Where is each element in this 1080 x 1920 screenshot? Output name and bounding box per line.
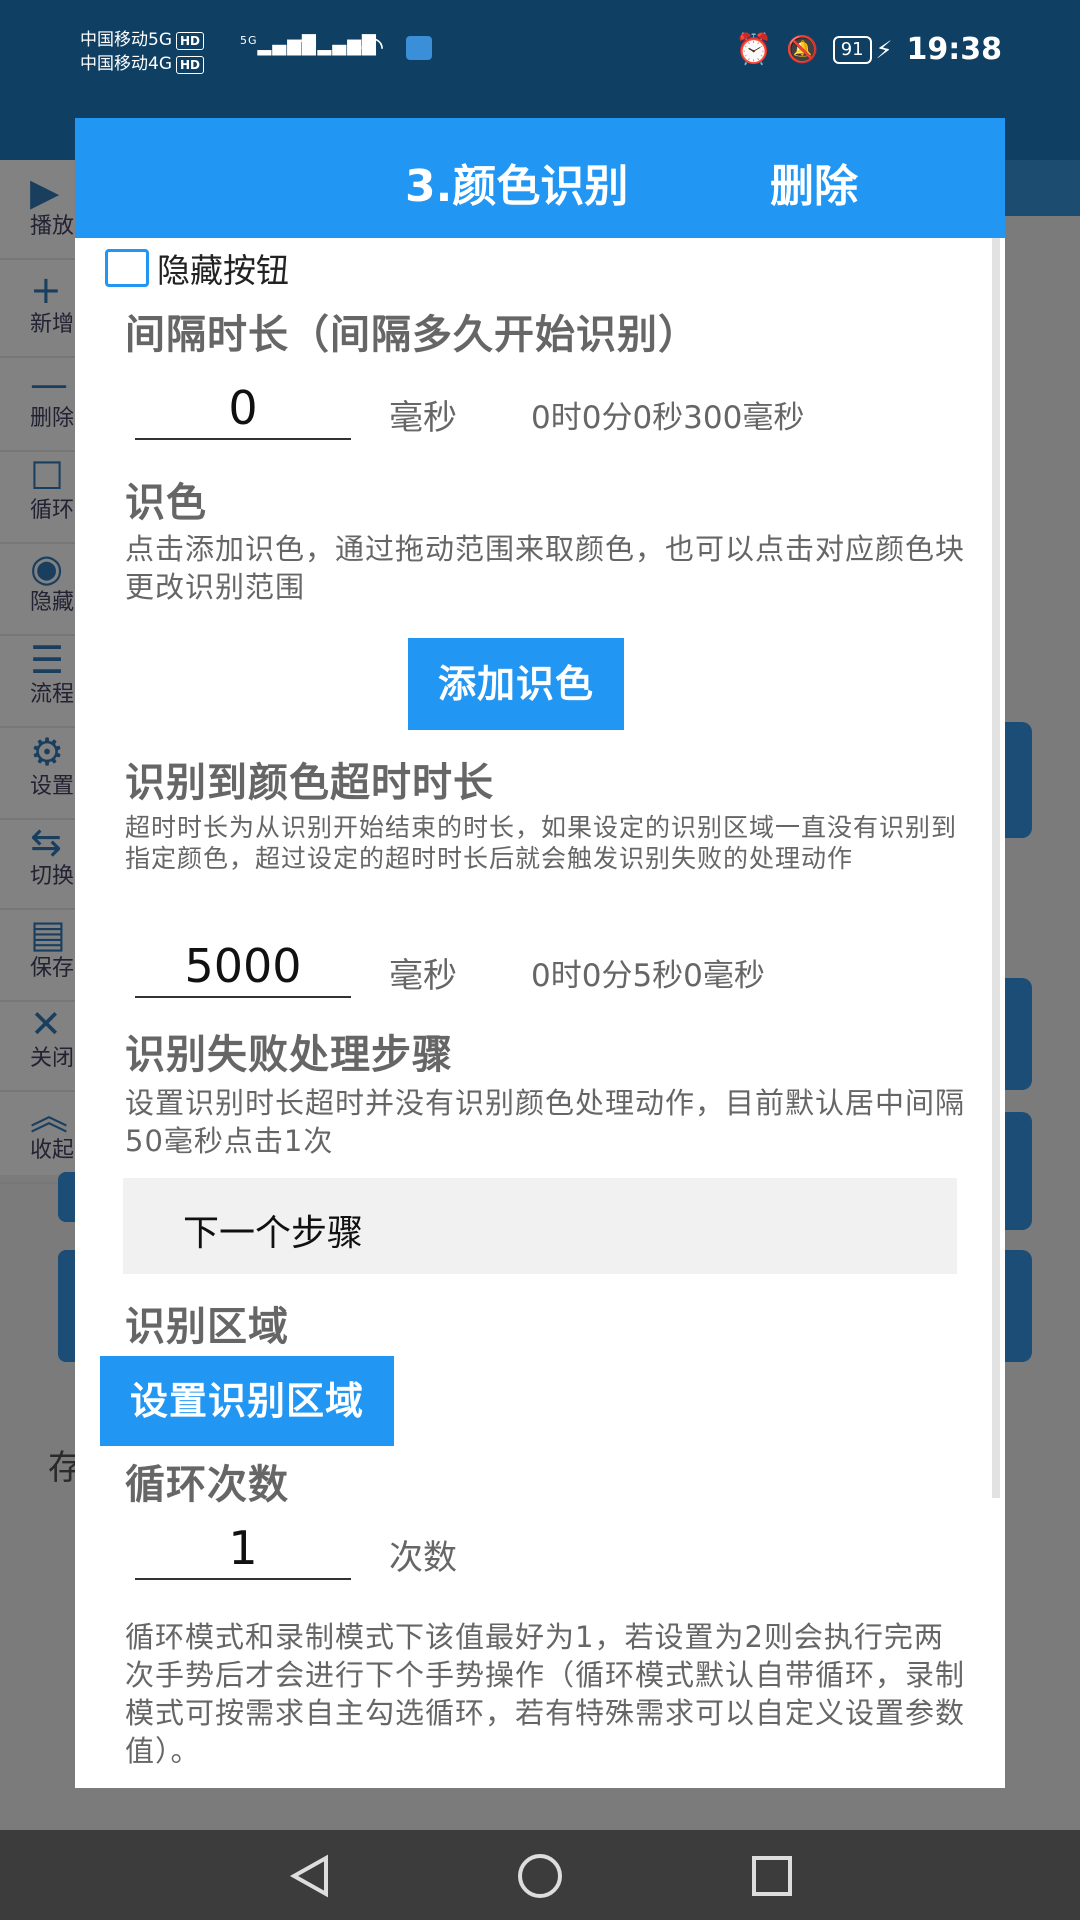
color-recognition-dialog: 3.颜色识别 删除 隐藏按钮 间隔时长（间隔多久开始识别） 0 毫秒 0时0分0… bbox=[75, 118, 1005, 1788]
home-circle-icon bbox=[518, 1854, 562, 1898]
loop-count-input[interactable]: 1 bbox=[135, 1520, 351, 1580]
side-menu-divider bbox=[0, 356, 80, 358]
set-region-button[interactable]: 设置识别区域 bbox=[100, 1356, 394, 1446]
timeout-unit: 毫秒 bbox=[389, 956, 457, 996]
side-menu-divider bbox=[0, 542, 80, 544]
fail-heading: 识别失败处理步骤 bbox=[125, 1032, 453, 1078]
dialog-title: 3.颜色识别 bbox=[405, 161, 629, 212]
charging-icon: ⚡ bbox=[875, 35, 893, 64]
interval-heading: 间隔时长（间隔多久开始识别） bbox=[125, 312, 699, 358]
hide-button-checkbox[interactable] bbox=[105, 249, 149, 287]
fail-step-selected: 下一个步骤 bbox=[183, 1213, 364, 1254]
loop-unit: 次数 bbox=[389, 1538, 457, 1578]
battery-icon: 91 bbox=[832, 35, 872, 64]
app-notification-icon bbox=[406, 36, 432, 60]
fail-description: 设置识别时长超时并没有识别颜色处理动作，目前默认居中间隔50毫秒点击1次 bbox=[125, 1086, 966, 1158]
navigation-bar bbox=[0, 1830, 1080, 1920]
side-menu-divider bbox=[0, 634, 80, 636]
loop-description: 循环模式和录制模式下该值最好为1，若设置为2则会执行完两次手势后才会进行下个手势… bbox=[125, 1620, 966, 1768]
carrier-info: 中国移动5G HD 中国移动4G HD bbox=[80, 28, 205, 76]
hd-badge: HD bbox=[176, 32, 205, 50]
recents-button[interactable] bbox=[742, 1852, 802, 1900]
hide-button-label: 隐藏按钮 bbox=[157, 251, 289, 290]
fail-step-select[interactable]: 下一个步骤 bbox=[123, 1178, 957, 1274]
timeout-description: 超时时长为从识别开始结束的时长，如果设定的识别区域一直没有识别到指定颜色，超过设… bbox=[125, 813, 958, 873]
interval-converted: 0时0分0秒300毫秒 bbox=[531, 400, 805, 436]
hide-button-toggle[interactable]: 隐藏按钮 bbox=[105, 244, 289, 292]
back-triangle-icon bbox=[289, 1854, 328, 1898]
dialog-header: 3.颜色识别 删除 bbox=[75, 118, 1005, 238]
region-heading: 识别区域 bbox=[125, 1304, 289, 1350]
status-right: ⏰ 🔕 91 ⚡ 19:38 bbox=[735, 32, 1002, 67]
add-color-button[interactable]: 添加识色 bbox=[408, 638, 624, 730]
side-menu-divider bbox=[0, 1090, 80, 1092]
interval-unit: 毫秒 bbox=[389, 398, 457, 438]
clock: 19:38 bbox=[906, 32, 1003, 67]
timeout-input[interactable]: 5000 bbox=[135, 938, 351, 998]
timeout-converted: 0时0分5秒0毫秒 bbox=[531, 958, 765, 994]
mute-icon: 🔕 bbox=[786, 34, 819, 65]
alarm-icon: ⏰ bbox=[735, 32, 773, 67]
carrier-1: 中国移动5G bbox=[80, 30, 172, 50]
wifi-icon: ◠ bbox=[360, 30, 386, 63]
hd-badge: HD bbox=[176, 56, 205, 74]
side-menu-divider bbox=[0, 450, 80, 452]
side-menu-divider bbox=[0, 726, 80, 728]
back-button[interactable] bbox=[280, 1852, 340, 1900]
delete-button[interactable]: 删除 bbox=[770, 150, 858, 214]
loop-heading: 循环次数 bbox=[125, 1462, 289, 1508]
recents-square-icon bbox=[752, 1856, 792, 1896]
status-bar: 中国移动5G HD 中国移动4G HD 5G▂▄▆█ 4G▂▄▆█ ◠ ⏰ 🔕 91… bbox=[0, 0, 1080, 100]
interval-input[interactable]: 0 bbox=[135, 380, 351, 440]
carrier-2: 中国移动4G bbox=[80, 54, 172, 74]
timeout-heading: 识别到颜色超时时长 bbox=[125, 760, 494, 806]
side-menu-divider bbox=[0, 908, 80, 910]
dialog-body: 隐藏按钮 间隔时长（间隔多久开始识别） 0 毫秒 0时0分0秒300毫秒 识色 … bbox=[75, 238, 1005, 1788]
color-description: 点击添加识色，通过拖动范围来取颜色，也可以点击对应颜色块更改识别范围 bbox=[125, 532, 966, 604]
side-menu-divider bbox=[0, 258, 80, 260]
color-heading: 识色 bbox=[125, 480, 207, 526]
home-button[interactable] bbox=[510, 1852, 570, 1900]
